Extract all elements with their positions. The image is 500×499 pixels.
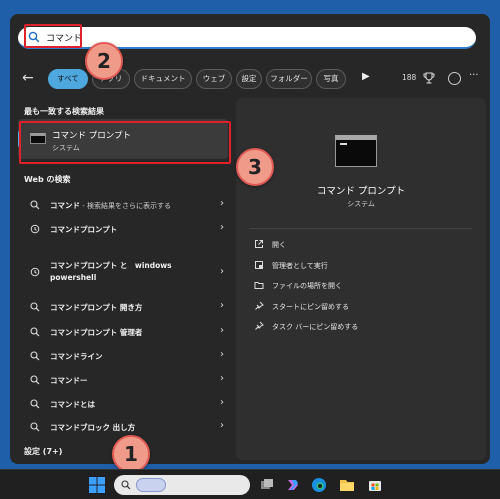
store-icon[interactable] [366,476,384,494]
edge-browser-icon[interactable] [310,476,328,494]
windows-start-icon[interactable] [86,474,108,496]
copilot-icon[interactable] [284,476,302,494]
chevron-right-icon: › [220,397,224,408]
action-open-file-location[interactable]: ファイルの場所を開く [254,279,454,293]
action-pin-to-start[interactable]: スタートにピン留めする [254,300,454,314]
folder-icon [254,282,264,289]
shield-icon [255,261,263,269]
chevron-right-icon: › [220,300,224,311]
web-result-label: コマンドライン [50,352,103,361]
preview-app-name: コマンド プロンプト [316,186,406,197]
history-icon [30,224,40,234]
preview-app-type: システム [347,200,375,208]
filter-chip-photos[interactable]: 写真 [316,69,346,89]
settings-heading[interactable]: 設定 (7+) [24,446,62,457]
divider [250,228,472,229]
points-count: 188 [402,73,417,82]
pin-icon [255,321,264,330]
web-result-row[interactable]: コマンドプロンプト 開き方 › [18,297,228,317]
pin-icon [255,301,264,310]
filter-chip-documents[interactable]: ドキュメント [134,69,192,89]
web-result-label: コマンドブロック 出し方 [50,423,136,432]
web-result-row[interactable]: コマンドとは › [18,394,228,414]
action-pin-to-taskbar[interactable]: タスク バーにピン留めする [254,320,454,334]
web-search-heading: Web の検索 [24,175,71,184]
play-icon[interactable]: ▶ [362,71,370,82]
web-result-row[interactable]: コマンドブロック 出し方 › [18,417,228,437]
callout-one: 1 [112,435,150,473]
callout-three: 3 [236,148,274,186]
web-result-label: コマンド - 検索結果をさらに表示する [50,201,171,210]
filter-chip-folders[interactable]: フォルダー [266,69,312,89]
filter-chip-settings[interactable]: 設定 [236,69,262,89]
task-view-icon[interactable] [258,476,276,494]
web-result-row[interactable]: コマンドプロンプト 管理者 › [18,322,228,342]
search-icon [30,422,40,432]
best-match-heading: 最も一致する検索結果 [24,107,104,116]
search-icon [30,200,40,210]
chevron-right-icon: › [220,325,224,336]
trophy-icon[interactable] [423,72,435,85]
search-icon [121,480,131,490]
search-icon [30,399,40,409]
action-open[interactable]: 開く [254,238,454,252]
taskbar: 検索 [0,469,500,499]
search-icon [30,302,40,312]
chevron-right-icon: › [220,198,224,209]
chevron-right-icon: › [220,266,224,277]
search-icon [28,31,40,43]
web-result-label: コマンドプロンプト 管理者 [50,328,143,337]
action-run-as-admin[interactable]: 管理者として実行 [254,259,454,273]
chevron-right-icon: › [220,222,224,233]
web-result-row[interactable]: コマンドライン › [18,346,228,366]
web-result-label: コマンドプロンプト [50,225,118,234]
search-box[interactable] [18,27,476,49]
preview-pane: コマンド プロンプト システム 開く 管理者として実行 ファイルの場所を開く ス… [236,98,486,460]
filter-chip-web[interactable]: ウェブ [196,69,232,89]
search-icon [30,327,40,337]
open-external-icon [255,240,263,248]
chevron-right-icon: › [220,373,224,384]
web-result-row[interactable]: コマンド - 検索結果をさらに表示する › [18,195,228,215]
web-result-label: コマンドプロンプト と windows powershell [50,261,172,282]
chevron-right-icon: › [220,349,224,360]
web-result-row[interactable]: コマンドー › [18,370,228,390]
best-match-result[interactable]: コマンド プロンプト システム [18,119,228,159]
taskbar-search-box[interactable]: 検索 [114,475,250,495]
web-result-label: コマンドプロンプト 開き方 [50,303,143,312]
search-icon [30,375,40,385]
back-arrow-icon[interactable]: ← [22,70,40,88]
chevron-right-icon: › [220,420,224,431]
web-result-label: コマンドー [50,376,88,385]
filter-chip-all[interactable]: すべて [48,69,88,89]
best-match-type: システム [52,144,80,152]
web-result-label: コマンドとは [50,400,95,409]
account-avatar-icon[interactable] [448,72,461,85]
web-result-row[interactable]: コマンドプロンプト › [18,219,228,239]
search-icon [30,351,40,361]
command-prompt-large-icon [335,135,377,167]
file-explorer-icon[interactable] [338,476,356,494]
callout-two: 2 [85,42,123,80]
search-input[interactable] [46,30,346,45]
search-highlight-icon [136,478,166,492]
more-options-icon[interactable]: ··· [469,70,479,81]
start-search-panel: ← すべて アプリ ドキュメント ウェブ 設定 フォルダー 写真 ▶ 188 ·… [10,14,490,464]
history-icon [30,267,40,277]
best-match-name: コマンド プロンプト [52,131,131,141]
selection-indicator [18,131,21,147]
command-prompt-icon [30,133,46,144]
web-result-row[interactable]: コマンドプロンプト と windows powershell › [18,258,228,288]
